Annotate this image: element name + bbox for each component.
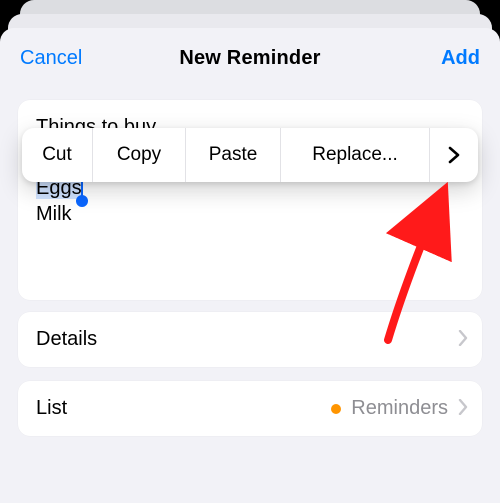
nav-bar: Cancel New Reminder Add: [0, 28, 500, 88]
notes-line-3[interactable]: Milk: [36, 201, 464, 227]
details-label: Details: [36, 328, 97, 351]
list-label: List: [36, 397, 67, 420]
selection-end-handle[interactable]: [76, 195, 88, 207]
edit-menu-more[interactable]: [430, 128, 478, 182]
edit-menu-copy[interactable]: Copy: [93, 128, 185, 182]
list-value: Reminders: [351, 397, 448, 420]
details-row[interactable]: Details: [18, 312, 482, 367]
cancel-button[interactable]: Cancel: [20, 28, 82, 88]
chevron-right-icon: [458, 330, 468, 350]
list-color-dot-icon: [331, 404, 341, 414]
text-edit-menu: Cut Copy Paste Replace...: [22, 128, 478, 182]
page-title: New Reminder: [179, 47, 320, 70]
chevron-right-icon: [458, 399, 468, 419]
edit-menu-paste[interactable]: Paste: [186, 128, 280, 182]
new-reminder-sheet: Cancel New Reminder Add Things to buy Br…: [0, 28, 500, 503]
list-row[interactable]: List Reminders: [18, 381, 482, 436]
add-button[interactable]: Add: [441, 28, 480, 88]
chevron-right-icon: [448, 146, 460, 164]
edit-menu-replace[interactable]: Replace...: [281, 128, 429, 182]
edit-menu-cut[interactable]: Cut: [22, 128, 92, 182]
